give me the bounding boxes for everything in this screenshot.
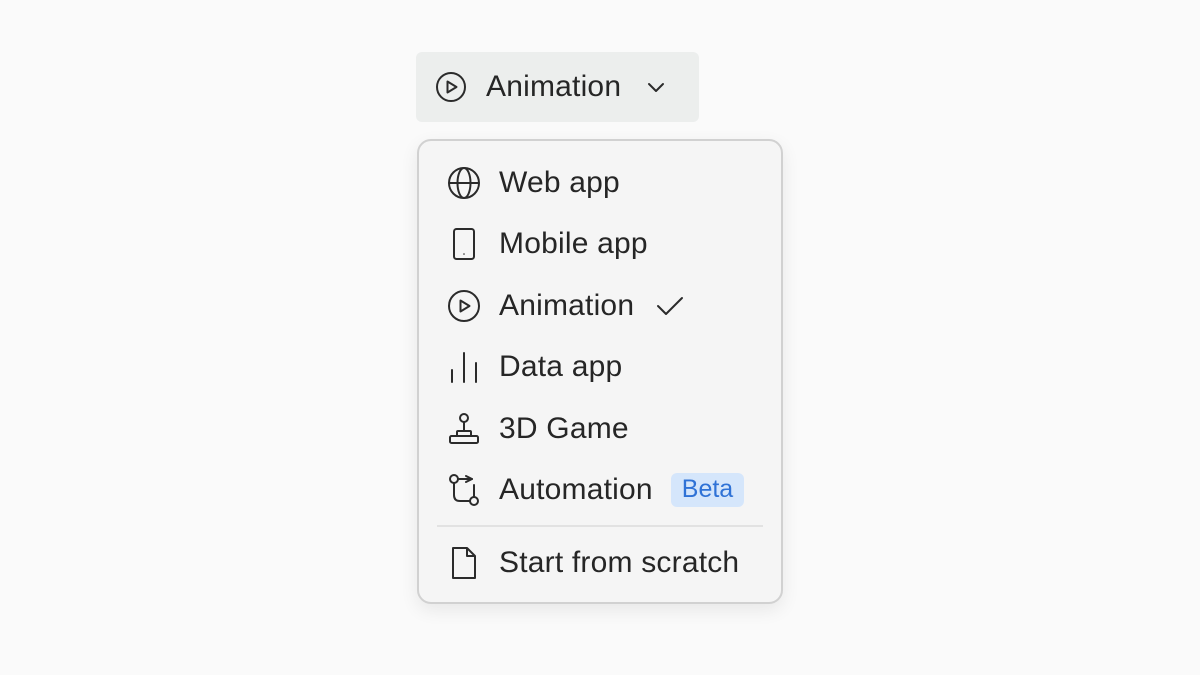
chevron-down-icon (643, 74, 669, 100)
menu-divider (437, 525, 763, 527)
check-icon (654, 290, 686, 322)
menu-item-label: Start from scratch (499, 546, 740, 579)
play-circle-icon (435, 71, 467, 103)
phone-icon (446, 226, 482, 262)
beta-badge: Beta (670, 473, 745, 507)
menu-item-data-app[interactable]: Data app (419, 339, 781, 395)
menu-item-mobile-app[interactable]: Mobile app (419, 216, 781, 272)
menu-item-start-from-scratch[interactable]: Start from scratch (419, 535, 781, 591)
play-circle-icon (446, 288, 482, 324)
menu-item-label: Web app (499, 166, 620, 199)
workflow-icon (446, 472, 482, 508)
globe-icon (446, 165, 482, 201)
menu-item-label: 3D Game (499, 412, 629, 445)
menu-item-animation[interactable]: Animation (419, 278, 781, 334)
menu-item-label: Animation (499, 289, 635, 322)
menu-item-3d-game[interactable]: 3D Game (419, 401, 781, 457)
project-type-dropdown[interactable]: Animation (416, 52, 699, 122)
file-icon (446, 545, 482, 581)
menu-item-automation[interactable]: Automation Beta (419, 462, 781, 518)
bar-chart-icon (446, 349, 482, 385)
joystick-icon (446, 411, 482, 447)
dropdown-selected-label: Animation (486, 70, 622, 103)
project-type-menu: Web app Mobile app Animation Data app 3D… (417, 139, 783, 604)
menu-item-label: Data app (499, 350, 623, 383)
menu-item-web-app[interactable]: Web app (419, 155, 781, 211)
menu-item-label: Mobile app (499, 227, 648, 260)
menu-item-label: Automation (499, 473, 653, 506)
